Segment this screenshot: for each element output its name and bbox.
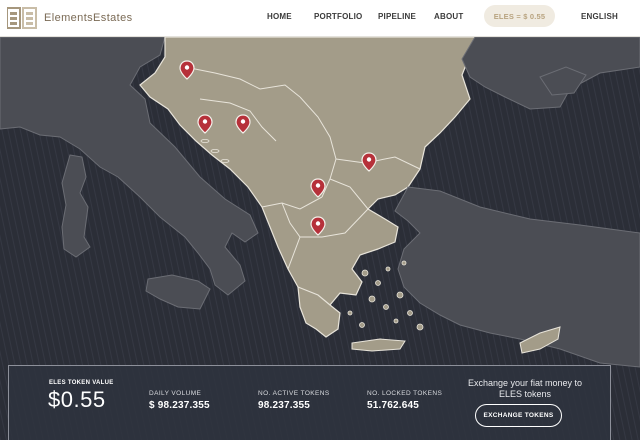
locked-tokens-label: NO. LOCKED TOKENS (367, 390, 443, 397)
daily-volume-value: $ 98.237.355 (149, 400, 210, 411)
nav-home-link[interactable]: HOME (267, 12, 292, 21)
token-price-badge[interactable]: ELES = $ 0.55 (484, 5, 555, 27)
brand-logo[interactable]: ElementsEstates (7, 7, 133, 29)
top-navigation-bar: ElementsEstates HOME PORTFOLIO PIPELINE … (0, 0, 640, 37)
token-value: $0.55 (48, 387, 106, 412)
exchange-tokens-button[interactable]: EXCHANGE TOKENS (475, 404, 562, 427)
daily-volume-label: DAILY VOLUME (149, 390, 202, 397)
exchange-promo-text: Exchange your fiat money to ELES tokens (467, 378, 583, 399)
logo-icon (7, 7, 37, 29)
language-selector[interactable]: ENGLISH (581, 12, 618, 21)
nav-pipeline-link[interactable]: PIPELINE (378, 12, 416, 21)
token-stats-panel: ELES TOKEN VALUE $0.55 DAILY VOLUME $ 98… (8, 365, 611, 440)
brand-name: ElementsEstates (44, 12, 133, 24)
nav-portfolio-link[interactable]: PORTFOLIO (314, 12, 362, 21)
locked-tokens-value: 51.762.645 (367, 400, 420, 411)
active-tokens-label: NO. ACTIVE TOKENS (258, 390, 330, 397)
token-value-label: ELES TOKEN VALUE (49, 380, 114, 386)
nav-about-link[interactable]: ABOUT (434, 12, 463, 21)
active-tokens-value: 98.237.355 (258, 400, 311, 411)
